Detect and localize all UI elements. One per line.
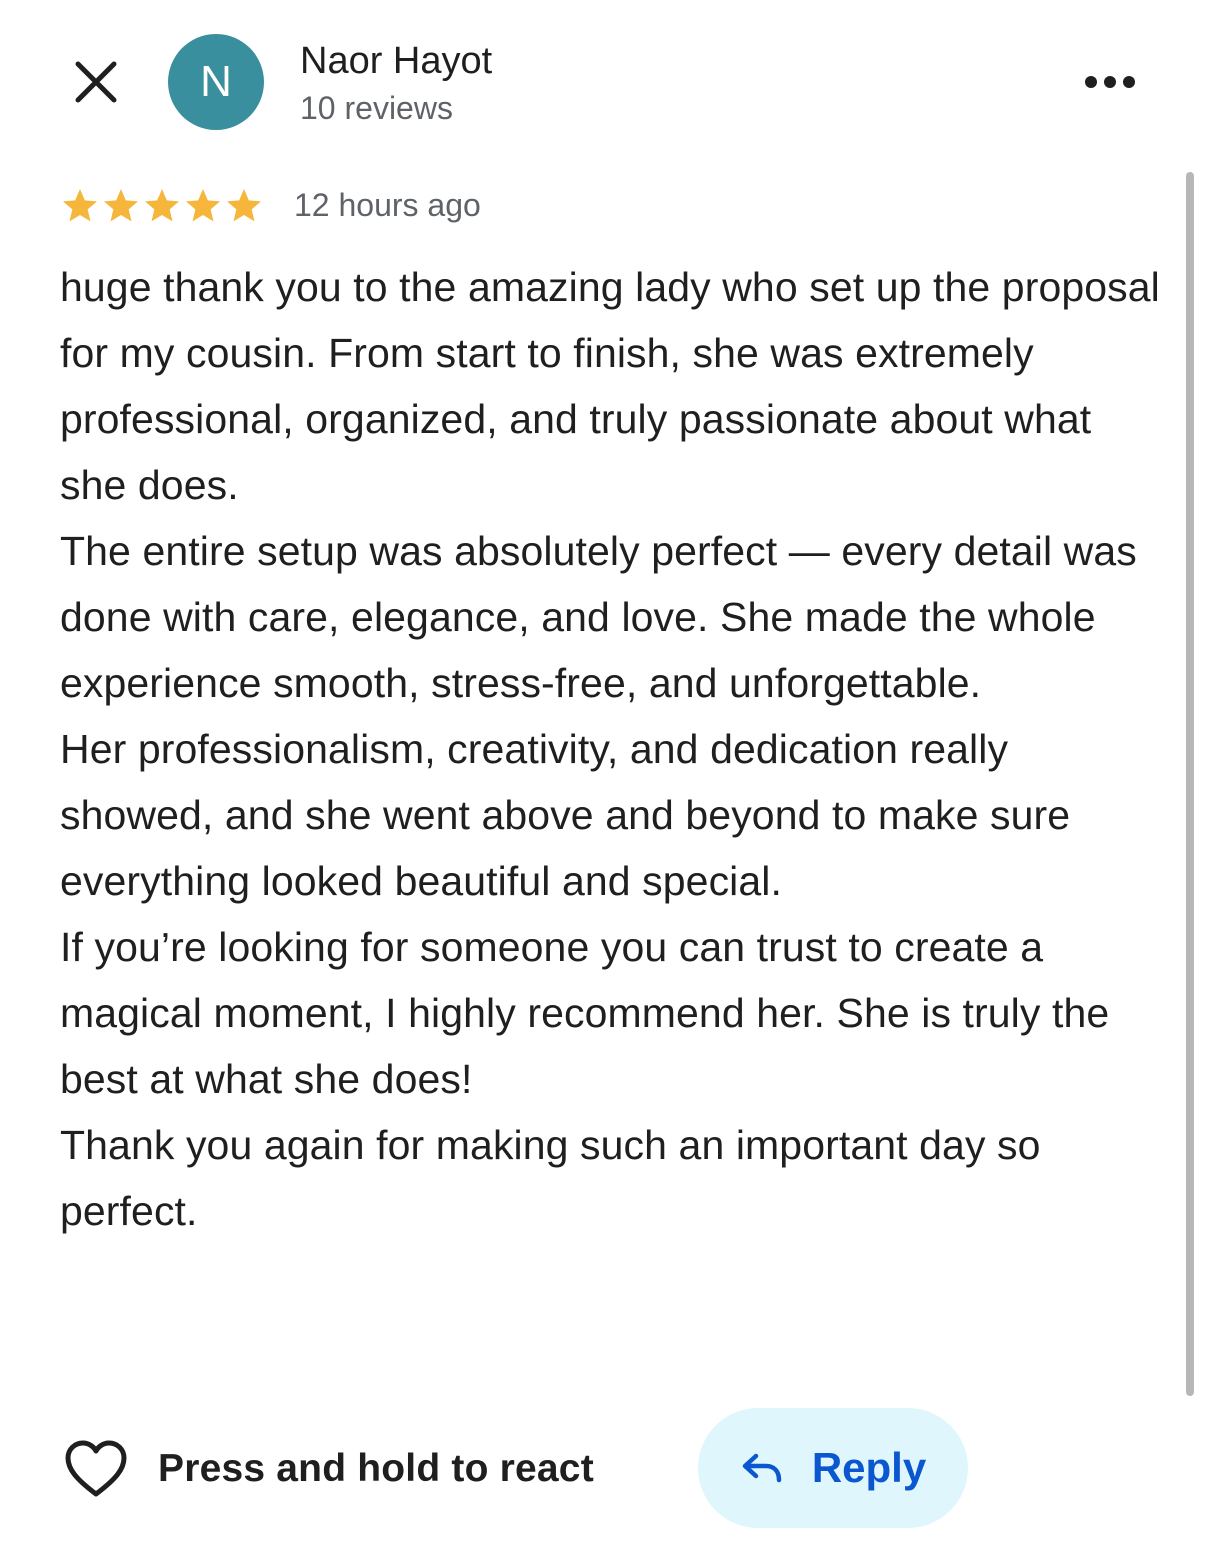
reply-label: Reply bbox=[811, 1444, 927, 1491]
review-time: 12 hours ago bbox=[294, 187, 481, 223]
review-text: huge thank you to the amazing lady who s… bbox=[60, 264, 1160, 1234]
star-icon bbox=[186, 189, 220, 222]
review-count: 10 reviews bbox=[300, 90, 453, 126]
reply-arrow-icon bbox=[742, 1453, 782, 1483]
more-options-icon bbox=[1085, 76, 1135, 88]
star-icon bbox=[145, 189, 179, 222]
more-options-button[interactable] bbox=[1080, 60, 1140, 104]
star-icon bbox=[227, 189, 261, 222]
react-label: Press and hold to react bbox=[158, 1447, 594, 1490]
reviewer-name[interactable]: Naor Hayot bbox=[300, 38, 492, 84]
avatar[interactable]: N bbox=[168, 34, 264, 130]
close-button[interactable] bbox=[66, 52, 126, 112]
react-button[interactable]: Press and hold to react bbox=[64, 1436, 594, 1502]
close-icon bbox=[75, 61, 117, 103]
scrollbar[interactable] bbox=[1186, 172, 1194, 1396]
star-rating bbox=[60, 184, 265, 228]
star-icon bbox=[104, 189, 138, 222]
star-icon bbox=[63, 189, 97, 222]
reply-button[interactable]: Reply bbox=[698, 1408, 968, 1528]
heart-icon bbox=[65, 1440, 127, 1497]
